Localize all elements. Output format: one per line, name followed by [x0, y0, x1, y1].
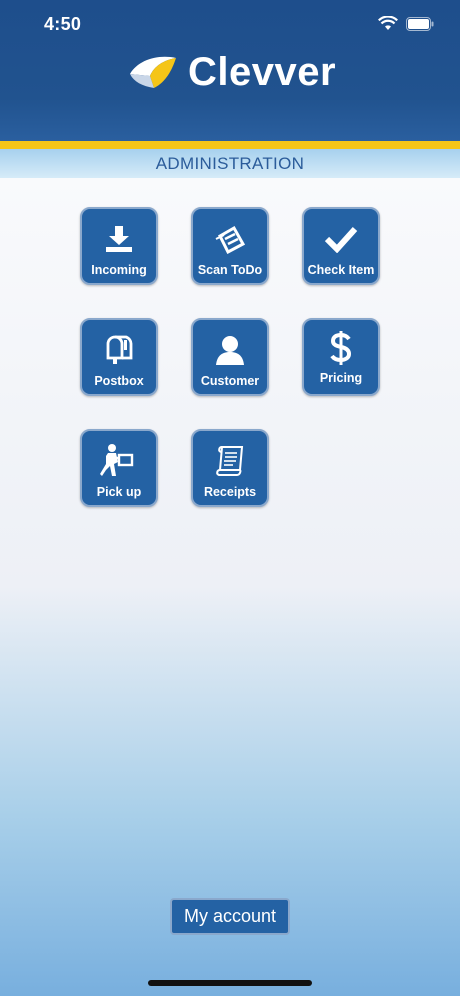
- customer-button[interactable]: Customer: [191, 318, 269, 396]
- scan-todo-button[interactable]: Scan ToDo: [191, 207, 269, 285]
- app-header: 4:50 Clevver: [0, 0, 460, 141]
- check-item-label: Check Item: [307, 263, 375, 277]
- dollar-icon: [330, 331, 352, 365]
- status-icons: [378, 16, 434, 31]
- pick-up-button[interactable]: Pick up: [80, 429, 158, 507]
- app-name: Clevver: [188, 50, 337, 94]
- receipts-label: Receipts: [203, 485, 257, 499]
- check-item-button[interactable]: Check Item: [302, 207, 380, 285]
- wifi-icon: [378, 16, 398, 30]
- dashboard-content: [0, 178, 460, 996]
- home-indicator[interactable]: [148, 980, 312, 986]
- accent-stripe: [0, 141, 460, 149]
- pricing-label: Pricing: [319, 371, 363, 385]
- clevver-logo-icon: [130, 56, 176, 88]
- incoming-button[interactable]: Incoming: [80, 207, 158, 285]
- mailbox-icon: [106, 335, 133, 364]
- app-logo: Clevver: [128, 52, 336, 92]
- checkmark-icon: [324, 226, 358, 253]
- download-icon: [106, 226, 132, 252]
- my-account-button[interactable]: My account: [170, 898, 290, 935]
- customer-label: Customer: [200, 374, 260, 388]
- incoming-label: Incoming: [91, 263, 147, 277]
- battery-icon: [406, 16, 434, 31]
- postbox-button[interactable]: Postbox: [80, 318, 158, 396]
- pricing-button[interactable]: Pricing: [302, 318, 380, 396]
- receipts-button[interactable]: Receipts: [191, 429, 269, 507]
- section-title: ADMINISTRATION: [0, 149, 460, 178]
- delivery-person-icon: [100, 444, 134, 476]
- status-time: 4:50: [44, 14, 82, 34]
- scan-todo-label: Scan ToDo: [197, 263, 263, 277]
- postbox-label: Postbox: [94, 374, 144, 388]
- receipt-icon: [216, 446, 244, 476]
- pick-up-label: Pick up: [96, 485, 142, 499]
- person-icon: [216, 336, 244, 365]
- scanner-icon: [215, 225, 246, 254]
